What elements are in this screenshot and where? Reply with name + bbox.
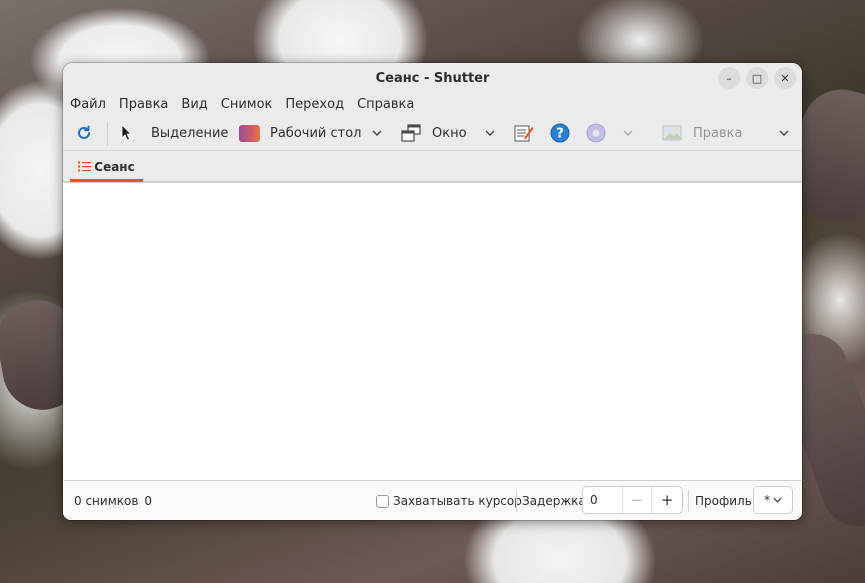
window-dropdown-button[interactable]	[482, 119, 498, 147]
edit-button[interactable]: Правка	[662, 119, 742, 147]
window-label: Окно	[432, 125, 467, 141]
web-dropdown-button[interactable]	[620, 119, 636, 147]
minimize-icon: –	[726, 71, 732, 85]
selection-button[interactable]: Выделение	[119, 119, 228, 147]
close-button[interactable]: ✕	[774, 67, 796, 89]
desktop-label: Рабочий стол	[270, 125, 362, 141]
title-bar[interactable]: Сеанс - Shutter – □ ✕	[63, 63, 802, 93]
edit-dropdown-button[interactable]	[776, 119, 792, 147]
plus-icon: +	[660, 491, 674, 509]
toolbar-separator	[107, 122, 108, 146]
capture-cursor-checkbox[interactable]	[376, 494, 389, 508]
window-controls: – □ ✕	[718, 67, 796, 89]
status-bar: 0 снимков 0 Захватывать курсор Задержка:…	[63, 482, 802, 520]
selection-label: Выделение	[151, 125, 229, 141]
close-icon: ✕	[780, 71, 790, 85]
menu-file[interactable]: Файл	[70, 97, 106, 112]
profile-value: *	[764, 493, 770, 507]
delay-increment-button[interactable]: +	[652, 487, 682, 513]
web-capture-button[interactable]	[585, 119, 607, 147]
screenshot-counter: 0 снимков 0	[74, 494, 152, 508]
profile-combobox[interactable]: *	[753, 486, 793, 514]
profile-label: Профиль:	[695, 494, 756, 508]
screenshot-count: 0 снимков	[74, 494, 139, 508]
chevron-down-icon	[779, 130, 789, 136]
delay-decrement-button[interactable]: −	[623, 487, 653, 513]
menu-help[interactable]: Справка	[357, 97, 414, 112]
edit-label: Правка	[693, 125, 743, 141]
toolbar: Выделение Рабочий стол Окно ? Правка	[63, 116, 802, 151]
tab-session[interactable]: Сеанс	[70, 151, 143, 182]
tooltip-capture-button[interactable]: ?	[549, 119, 571, 147]
svg-text:?: ?	[556, 127, 564, 142]
desktop-button[interactable]: Рабочий стол	[239, 119, 361, 147]
cursor-arrow-icon	[121, 124, 132, 141]
image-edit-icon	[662, 125, 682, 141]
window-title: Сеанс - Shutter	[375, 70, 490, 86]
menu-go[interactable]: Переход	[285, 97, 344, 112]
delay-value[interactable]: 0	[583, 487, 623, 513]
delay-label-text: Задержка:	[522, 494, 590, 508]
menu-edit[interactable]: Правка	[119, 97, 168, 112]
minus-icon: −	[630, 491, 644, 509]
chevron-down-icon	[372, 130, 382, 136]
status-separator	[688, 490, 689, 512]
menu-view[interactable]: Вид	[181, 97, 207, 112]
menu-screenshot[interactable]: Снимок	[221, 97, 273, 112]
menu-bar: Файл Правка Вид Снимок Переход Справка	[63, 93, 802, 116]
capture-cursor-label: Захватывать курсор	[393, 494, 522, 508]
profile-label-text: Профиль:	[695, 494, 756, 508]
screenshot-size: 0	[144, 494, 153, 508]
delay-label: Задержка:	[522, 494, 590, 508]
tab-bar: Сеанс	[63, 151, 802, 182]
status-separator	[516, 490, 517, 512]
windows-stack-icon	[401, 124, 421, 142]
session-thumbnail-area[interactable]	[64, 182, 801, 481]
menu-edit-icon	[514, 125, 534, 142]
shutter-window: Сеанс - Shutter – □ ✕ Файл Правка Вид Сн…	[63, 63, 802, 520]
maximize-icon: □	[751, 71, 763, 85]
maximize-button[interactable]: □	[746, 67, 768, 89]
chevron-down-icon	[623, 130, 633, 136]
web-disc-icon	[586, 123, 606, 143]
tab-session-label: Сеанс	[94, 159, 135, 174]
list-icon	[78, 161, 92, 172]
menu-capture-button[interactable]	[513, 119, 535, 147]
desktop-gradient-icon	[239, 124, 260, 142]
refresh-icon	[78, 125, 90, 139]
minimize-button[interactable]: –	[718, 67, 740, 89]
refresh-button[interactable]	[73, 119, 95, 147]
capture-cursor-toggle[interactable]: Захватывать курсор	[376, 494, 522, 508]
help-icon: ?	[550, 123, 570, 143]
delay-spinbutton: 0 − +	[582, 486, 683, 514]
chevron-down-icon	[773, 497, 782, 503]
window-capture-button[interactable]: Окно	[401, 119, 467, 147]
desktop-dropdown-button[interactable]	[369, 119, 385, 147]
chevron-down-icon	[485, 130, 495, 136]
